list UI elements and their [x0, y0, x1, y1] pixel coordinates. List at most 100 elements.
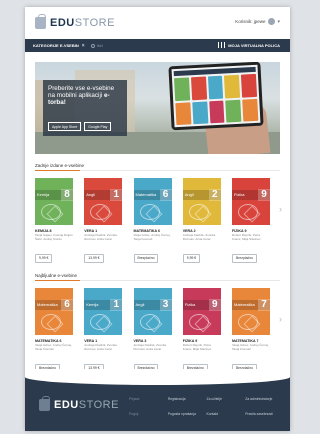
book-price-button[interactable]: Brezplačno — [133, 253, 159, 263]
footer-logo-edu: EDU — [54, 399, 79, 411]
book-cover[interactable]: Angli 2 — [182, 178, 221, 225]
shelf-label: MOJA VIRTUALNA POLICA — [228, 42, 280, 48]
footer-link[interactable]: Pogosta vprašanja — [168, 412, 207, 416]
hero-banner[interactable]: Preberite vse e-vsebine na mobilni aplik… — [35, 62, 280, 154]
footer-logo-text: EDUSTORE — [54, 399, 119, 411]
section-title: Zadnje izdane e-vsebine — [35, 163, 85, 168]
footer-link[interactable]: Za učitelje — [207, 397, 246, 401]
book-cover[interactable]: Matematika 7 — [232, 288, 270, 335]
section-divider — [35, 169, 280, 171]
book-row: Kemija 8 KEMIJA 8 Tanja Gajser, Ksenija … — [35, 178, 282, 264]
footer-link[interactable]: Za administratorje — [245, 397, 284, 401]
search-icon — [90, 43, 95, 48]
footer-logo-store: STORE — [78, 399, 119, 411]
shopping-bag-icon — [35, 14, 46, 29]
book-price-button[interactable]: 9,99 € — [35, 253, 53, 263]
book-cover[interactable]: Kemija 1 — [84, 288, 123, 335]
close-icon[interactable]: × — [82, 43, 85, 49]
book-authors: Andreja Kladnik, Zvonka Rozman, Anita Ce… — [84, 343, 117, 351]
book-cover[interactable]: Matematika 6 — [35, 288, 73, 335]
app-store-button[interactable]: Apple App Store — [48, 122, 82, 131]
cover-grade-number: 3 — [159, 299, 172, 311]
book-price-button[interactable]: 9,99 € — [182, 253, 201, 263]
cover-grade-number: 6 — [159, 189, 172, 201]
chevron-right-icon[interactable]: › — [279, 204, 282, 214]
footer-link[interactable]: Prijava — [129, 397, 168, 401]
cover-subject: Angli — [184, 192, 194, 197]
book-authors: Robert Repnik, Petra Knavs, Mitja Slavin… — [182, 343, 212, 351]
book-authors: Vasja Grbec, Andrej Černej, Tanja Kosmač — [133, 233, 171, 241]
logo-text: EDUSTORE — [50, 17, 115, 29]
footer-logo[interactable]: EDUSTORE — [39, 396, 119, 411]
book-card[interactable]: Fizika 9 FIZIKA 9 Robert Repnik, Petra K… — [232, 178, 270, 264]
hero-tablet — [168, 62, 264, 131]
book-card[interactable]: Fizika 9 FIZIKA 9 Robert Repnik, Petra K… — [182, 288, 221, 374]
book-authors: Andreja Kladnik, Zvonka Rozman, Anita Ce… — [133, 343, 167, 351]
tablet-book — [174, 77, 190, 101]
site-logo[interactable]: EDUSTORE — [35, 14, 115, 29]
cover-subject: Matematika — [234, 302, 255, 307]
logo-store: STORE — [74, 17, 115, 29]
footer-link[interactable]: Registracija — [168, 397, 207, 401]
book-cover[interactable]: Matematika 6 — [133, 178, 172, 225]
book-card[interactable]: Angli 1 VERA 1 Andreja Kladnik, Zvonka R… — [84, 178, 123, 264]
cover-grade-number: 1 — [110, 189, 123, 201]
cover-grade-number: 2 — [208, 189, 221, 201]
book-card[interactable]: Matematika 6 MATEMATIKA 6 Vasja Grbec, A… — [35, 288, 73, 374]
google-play-button[interactable]: Google Play — [84, 122, 112, 131]
book-price-button[interactable]: 13,99 € — [84, 253, 104, 263]
cover-grade-number: 1 — [110, 299, 123, 311]
cover-subject: Angli — [135, 302, 145, 307]
book-authors: Andreja Kladnik, Zvonka Rozman, Anita Ce… — [182, 233, 216, 241]
book-card[interactable]: Angli 2 VERA 2 Andreja Kladnik, Zvonka R… — [182, 178, 221, 264]
virtual-shelf-link[interactable]: MOJA VIRTUALNA POLICA — [218, 42, 280, 48]
cover-subject: Kemija — [86, 302, 99, 307]
cover-grade-number: 7 — [258, 299, 270, 311]
bookshelf-icon — [218, 42, 226, 48]
main-nav: KATEGORIJE E-VSEBIN × Išči MOJA VIRTUALN… — [25, 39, 290, 52]
tablet-book — [224, 74, 241, 99]
book-card[interactable]: Kemija 1 VERA 1 Andreja Kladnik, Zvonka … — [84, 288, 123, 374]
categories-menu[interactable]: KATEGORIJE E-VSEBIN × — [33, 43, 85, 49]
tablet-book — [225, 99, 242, 123]
book-authors: Vasja Grbec, Andrej Černej, Tanja Kosmač — [232, 343, 269, 351]
cover-subject: Fizika — [234, 192, 245, 197]
tablet-book — [190, 76, 207, 100]
hero-text: Preberite vse e-vsebine na mobilni aplik… — [48, 85, 122, 107]
book-card[interactable]: Matematika 6 MATEMATIKA 6 Vasja Grbec, A… — [133, 178, 172, 264]
book-authors: Robert Repnik, Petra Knavs, Mitja Slavin… — [232, 233, 261, 241]
user-menu[interactable]: Korisnik: jpewe ▾ — [235, 18, 280, 25]
cover-grade-number: 8 — [61, 189, 73, 201]
footer-link[interactable]: Pogoji — [129, 412, 168, 416]
cover-subject: Matematika — [135, 192, 157, 197]
tablet-book — [192, 100, 209, 125]
tablet-screen — [171, 64, 261, 128]
book-card[interactable]: Angli 3 VERA 3 Andreja Kladnik, Zvonka R… — [133, 288, 172, 374]
book-card[interactable]: Matematika 7 MATEMATIKA 7 Vasja Grbec, A… — [232, 288, 270, 374]
footer-link[interactable]: Kontakt — [207, 412, 246, 416]
categories-label: KATEGORIJE E-VSEBIN — [33, 43, 79, 48]
cover-subject: Kemija — [37, 192, 50, 197]
search-input[interactable]: Išči — [90, 42, 151, 50]
book-card[interactable]: Kemija 8 KEMIJA 8 Tanja Gajser, Ksenija … — [35, 178, 73, 264]
footer-curve — [25, 369, 290, 385]
book-price-button[interactable]: Brezplačno — [232, 253, 257, 263]
book-cover[interactable]: Fizika 9 — [232, 178, 270, 225]
chevron-down-icon: ▾ — [277, 18, 280, 25]
book-section: Zadnje izdane e-vsebine Kemija 8 KEMIJA … — [35, 154, 282, 264]
footer-links: Prijava Registracija Za učitelje Za admi… — [129, 397, 284, 416]
page: EDUSTORE Korisnik: jpewe ▾ KATEGORIJE E-… — [25, 7, 290, 431]
book-cover[interactable]: Fizika 9 — [182, 288, 221, 335]
book-cover[interactable]: Angli 1 — [84, 178, 123, 225]
book-section: Najbljudne e-vsebine Matematika 6 MATEMA… — [35, 264, 282, 374]
footer-link[interactable]: Pravila zasebnosti — [245, 412, 284, 416]
cover-grade-number: 6 — [61, 299, 73, 311]
chevron-right-icon[interactable]: › — [279, 314, 282, 324]
site-header: EDUSTORE Korisnik: jpewe ▾ — [25, 7, 290, 39]
book-cover[interactable]: Kemija 8 — [35, 178, 73, 225]
hero-store-buttons: Apple App Store Google Play — [48, 122, 112, 131]
shopping-bag-icon — [39, 396, 50, 411]
book-cover[interactable]: Angli 3 — [133, 288, 172, 335]
user-avatar-icon — [268, 18, 276, 25]
search-placeholder: Išči — [96, 43, 103, 48]
